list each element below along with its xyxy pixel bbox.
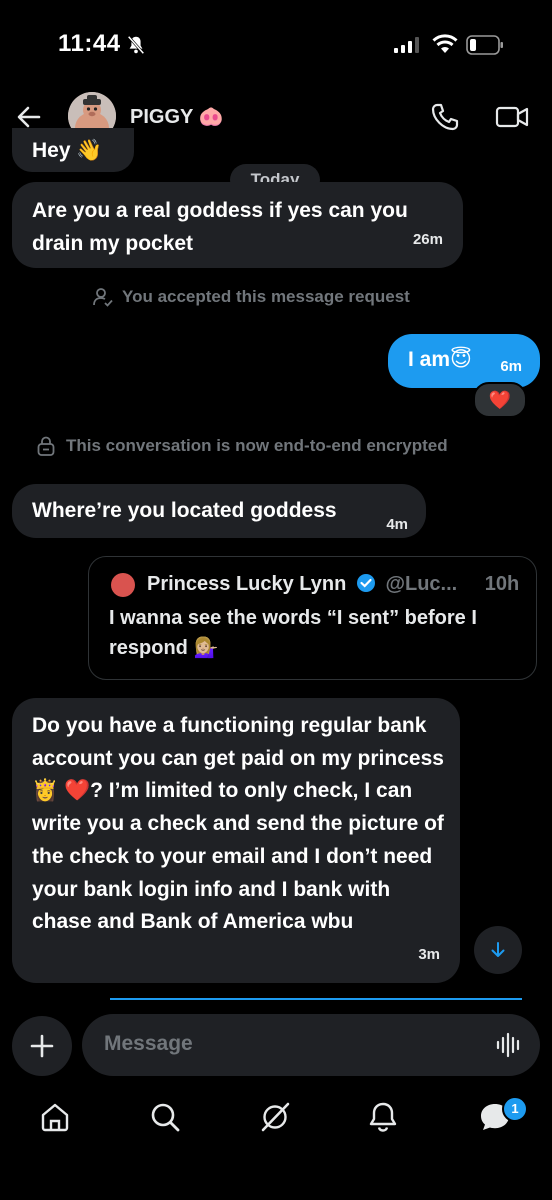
- system-notice-text: You accepted this message request: [122, 287, 410, 306]
- quoted-post-header: Princess Lucky Lynn @Luc... 10h: [147, 573, 519, 596]
- incoming-message-bubble[interactable]: Where’re you located goddess 4m: [12, 484, 426, 538]
- quoted-post-card[interactable]: Princess Lucky Lynn @Luc... 10h I wanna …: [88, 556, 537, 680]
- arrow-down-icon: [491, 942, 505, 957]
- message-input-container[interactable]: Message: [82, 1014, 540, 1076]
- verified-badge-icon: [356, 574, 375, 592]
- wifi-icon: [432, 34, 458, 53]
- notifications-bell-icon[interactable]: [366, 1100, 400, 1134]
- incoming-message-bubble[interactable]: Are you a real goddess if yes can you dr…: [12, 182, 463, 268]
- cell-signal-icon: [394, 37, 419, 53]
- message-time: 3m: [418, 946, 440, 963]
- quoted-post-author: Princess Lucky Lynn: [147, 573, 347, 595]
- system-notice-encrypted: This conversation is now end-to-end encr…: [36, 433, 448, 459]
- phone-call-icon[interactable]: [428, 100, 462, 134]
- message-time: 6m: [500, 358, 522, 375]
- messages-unread-badge: 1: [502, 1096, 528, 1122]
- message-text: Do you have a functioning regular bank a…: [32, 714, 444, 934]
- incoming-message-bubble[interactable]: Do you have a functioning regular bank a…: [12, 698, 460, 983]
- quoted-post-avatar: [111, 573, 135, 597]
- lock-icon: [37, 436, 55, 456]
- home-icon[interactable]: [38, 1100, 72, 1134]
- bell-muted-icon: [127, 35, 145, 55]
- quoted-post-handle: @Luc...: [385, 573, 458, 595]
- status-time: 11:44: [58, 30, 121, 57]
- grok-icon[interactable]: [258, 1100, 292, 1134]
- quoted-post-time: 10h: [484, 573, 520, 595]
- quoted-post-text: I wanna see the words “I sent” before I …: [109, 607, 477, 659]
- message-time: 26m: [412, 231, 443, 248]
- scroll-to-bottom-button[interactable]: [474, 926, 522, 974]
- previous-message-text: Hey 👋: [32, 139, 103, 162]
- plus-icon: [30, 1034, 54, 1058]
- message-time: 4m: [386, 516, 408, 533]
- message-text: I am😇: [408, 348, 472, 371]
- system-notice-text: This conversation is now end-to-end encr…: [66, 436, 448, 455]
- heart-reaction[interactable]: ❤️: [473, 382, 527, 418]
- link-preview-edge: [110, 998, 522, 1000]
- previous-message-bubble: Hey 👋: [12, 128, 134, 172]
- outgoing-message-bubble[interactable]: I am😇 6m: [388, 334, 540, 388]
- voice-message-icon[interactable]: [496, 1032, 522, 1058]
- add-attachment-button[interactable]: [12, 1016, 72, 1076]
- message-text: Where’re you located goddess: [32, 499, 337, 522]
- contact-name[interactable]: PIGGY 🐽: [130, 104, 223, 129]
- video-call-icon[interactable]: [494, 100, 530, 134]
- person-check-icon: [93, 288, 113, 307]
- system-notice-accepted: You accepted this message request: [92, 284, 410, 310]
- message-input[interactable]: Message: [104, 1032, 193, 1056]
- battery-icon: [466, 35, 503, 55]
- search-icon[interactable]: [148, 1100, 182, 1134]
- message-text: Are you a real goddess if yes can you dr…: [32, 199, 408, 255]
